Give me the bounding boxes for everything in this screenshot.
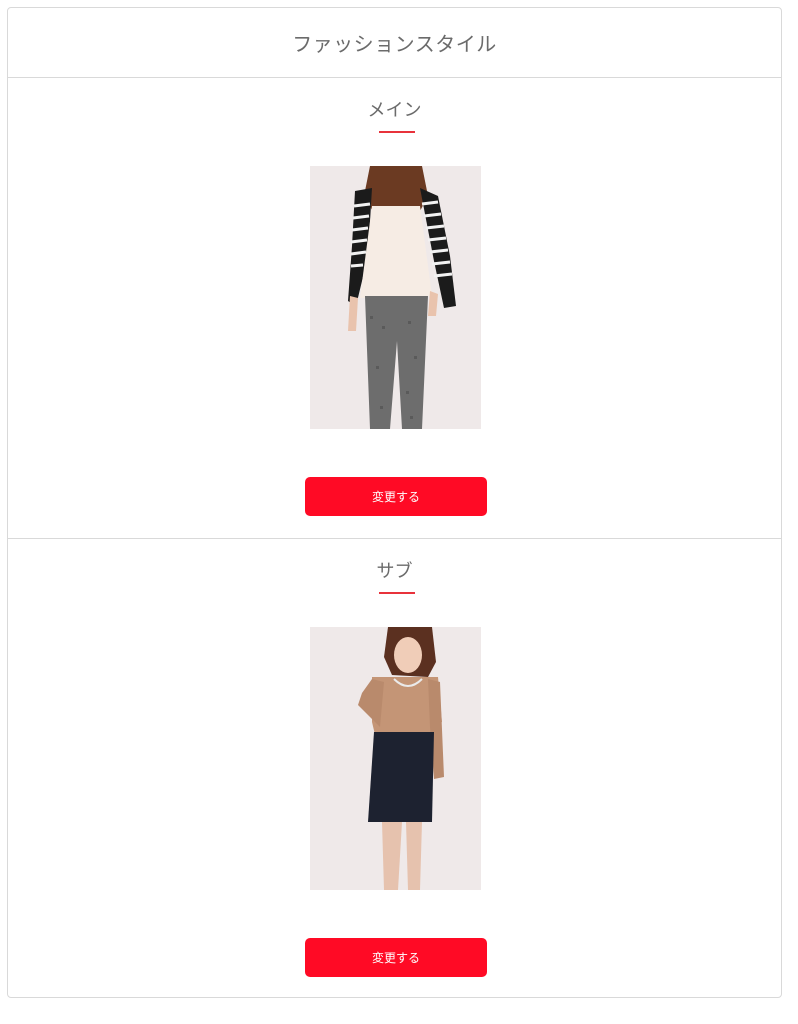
main-style-section: メイン 変更する	[8, 78, 781, 538]
section-title-underline	[379, 592, 415, 594]
fashion-style-card: ファッションスタイル メイン 変更する サブ 変更する	[7, 7, 782, 998]
change-main-style-button[interactable]: 変更する	[305, 477, 487, 516]
card-title: ファッションスタイル	[292, 32, 497, 56]
sub-style-photo	[310, 627, 481, 890]
section-title-underline	[379, 131, 415, 133]
sub-style-section: サブ 変更する	[8, 538, 781, 997]
section-title-sub: サブ	[376, 561, 413, 582]
card-header: ファッションスタイル	[8, 8, 781, 78]
section-title-main: メイン	[367, 100, 422, 121]
main-style-photo	[310, 166, 481, 429]
change-sub-style-button[interactable]: 変更する	[305, 938, 487, 977]
